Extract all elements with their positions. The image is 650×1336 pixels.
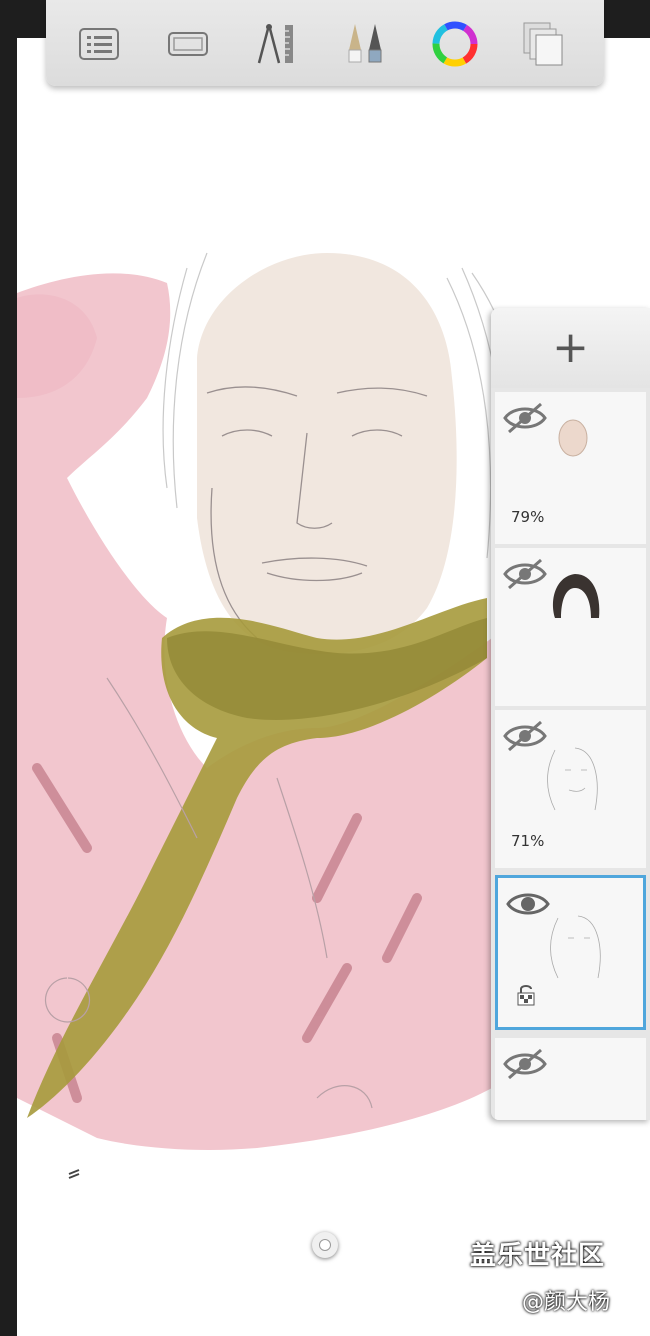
layer-opacity: 79% <box>511 508 545 526</box>
layer-item-selected[interactable] <box>495 875 646 1030</box>
layer-thumbnail <box>553 416 593 464</box>
layer-item[interactable]: 79% <box>495 392 646 544</box>
layer-thumbnail <box>538 908 618 992</box>
add-layer-label: + <box>552 322 589 373</box>
watermark-title: 盖乐世社区 <box>470 1241 606 1271</box>
face-shape <box>197 253 457 655</box>
eye-hidden-icon[interactable] <box>503 1046 547 1086</box>
layers-icon[interactable] <box>514 14 574 74</box>
layer-item[interactable]: 71% <box>495 710 646 868</box>
page-handle-button[interactable] <box>312 1232 338 1258</box>
eye-hidden-icon[interactable] <box>503 556 547 596</box>
brushes-icon[interactable] <box>336 14 396 74</box>
layer-thumbnail <box>545 568 605 632</box>
eye-hidden-icon[interactable] <box>503 400 547 440</box>
layer-item[interactable] <box>495 1038 646 1120</box>
layer-thumbnail <box>535 740 615 824</box>
add-layer-button[interactable]: + <box>491 308 650 388</box>
watermark-author: @颜大杨 <box>522 1290 611 1315</box>
layers-panel: + 79% 71% <box>491 308 650 1120</box>
layer-opacity: 71% <box>511 832 545 850</box>
lock-icon[interactable] <box>516 983 536 1011</box>
color-wheel-icon[interactable] <box>425 14 485 74</box>
guides-ruler-icon[interactable] <box>247 14 307 74</box>
top-toolbar <box>46 0 604 86</box>
layer-item[interactable] <box>495 548 646 706</box>
canvas-frame-icon[interactable] <box>158 14 218 74</box>
menu-list-icon[interactable] <box>69 14 129 74</box>
